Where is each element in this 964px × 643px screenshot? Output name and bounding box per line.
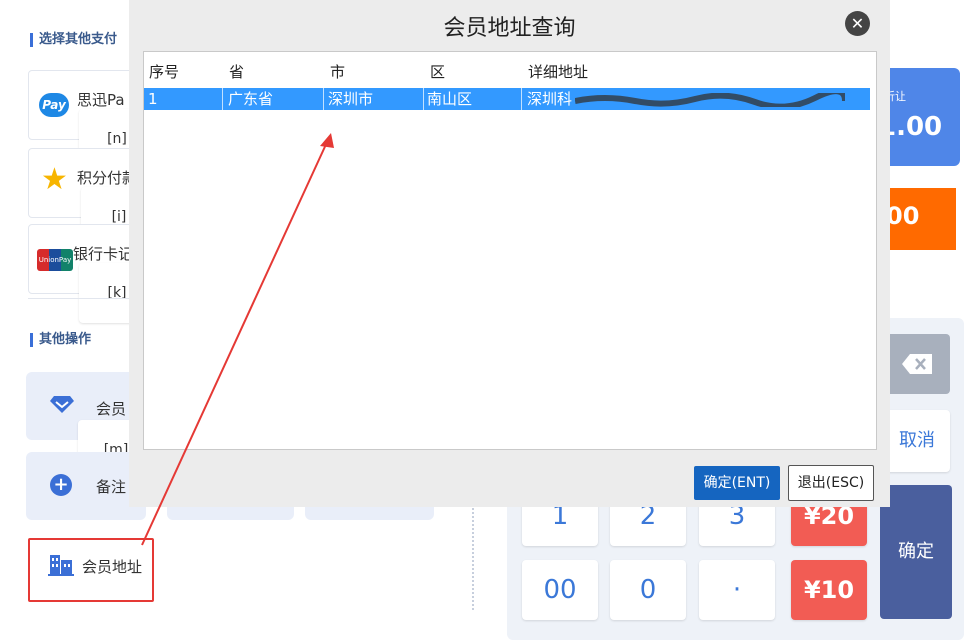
annotation-arrow xyxy=(141,133,334,546)
